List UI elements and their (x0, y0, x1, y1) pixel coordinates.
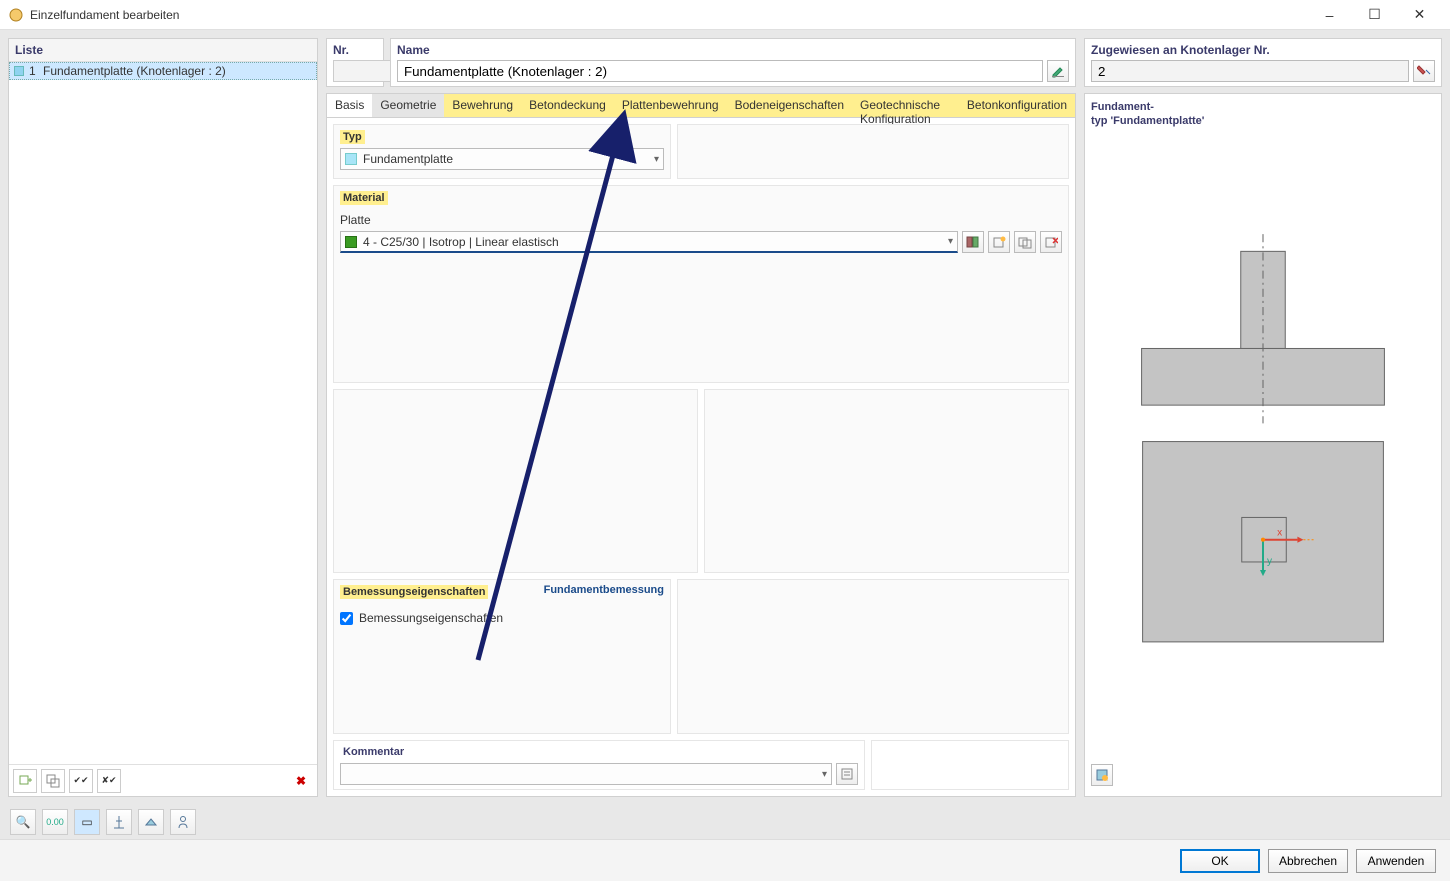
tab-geotechnische-konfiguration[interactable]: Geotechnische Konfiguration (852, 94, 959, 117)
empty-block-4 (677, 579, 1069, 734)
platte-label: Platte (340, 213, 1062, 227)
tab-geometrie[interactable]: Geometrie (372, 94, 444, 117)
typ-swatch-icon (345, 153, 357, 165)
material-label: Material (340, 191, 388, 205)
chevron-down-icon: ▾ (942, 236, 953, 247)
cancel-button[interactable]: Abbrechen (1268, 849, 1348, 873)
tab-bodeneigenschaften[interactable]: Bodeneigenschaften (727, 94, 852, 117)
list-panel: Liste 1 Fundamentplatte (Knotenlager : 2… (8, 38, 318, 797)
assigned-input[interactable] (1091, 60, 1409, 82)
close-button[interactable]: ✕ (1397, 1, 1442, 29)
list-item[interactable]: 1 Fundamentplatte (Knotenlager : 2) (9, 62, 317, 80)
typ-block: Typ Fundamentplatte ▾ (333, 124, 671, 179)
comment-label: Kommentar (340, 745, 858, 759)
tabbar: BasisGeometrieBewehrungBetondeckungPlatt… (327, 94, 1075, 118)
empty-block-5 (871, 740, 1069, 790)
list-item-nr: 1 (29, 64, 43, 78)
name-input[interactable] (397, 60, 1043, 82)
tab-betondeckung[interactable]: Betondeckung (521, 94, 614, 117)
platte-select[interactable]: 4 - C25/30 | Isotrop | Linear elastisch … (340, 231, 958, 253)
app-icon (8, 7, 24, 23)
empty-block-2 (333, 389, 698, 573)
new-entry-button[interactable] (13, 769, 37, 793)
preview-canvas[interactable]: x y (1091, 135, 1435, 760)
titlebar: Einzelfundament bearbeiten – ☐ ✕ (0, 0, 1450, 30)
material-color-icon (345, 236, 357, 248)
material-block: Material Platte 4 - C25/30 | Isotrop | L… (333, 185, 1069, 383)
comment-input[interactable]: ▾ (340, 763, 832, 785)
tool-render-icon[interactable] (138, 809, 164, 835)
chevron-down-icon: ▾ (648, 154, 659, 165)
maximize-button[interactable]: ☐ (1352, 1, 1397, 29)
minimize-button[interactable]: – (1307, 1, 1352, 29)
dialog-button-row: OK Abbrechen Anwenden (0, 839, 1450, 881)
list-item-text: Fundamentplatte (Knotenlager : 2) (43, 64, 226, 78)
tab-bewehrung[interactable]: Bewehrung (444, 94, 521, 117)
assigned-pick-button[interactable] (1413, 60, 1435, 82)
rename-button[interactable] (1047, 60, 1069, 82)
delete-button[interactable]: ✖ (289, 769, 313, 793)
design-checkbox-label: Bemessungseigenschaften (359, 611, 503, 625)
typ-value: Fundamentplatte (363, 152, 648, 166)
name-field-box: Name (390, 38, 1076, 87)
nr-label: Nr. (333, 43, 377, 57)
copy-entry-button[interactable] (41, 769, 65, 793)
tab-panel: BasisGeometrieBewehrungBetondeckungPlatt… (326, 93, 1076, 797)
preview-title: Fundament- typ 'Fundamentplatte' (1091, 100, 1435, 129)
preview-settings-button[interactable] (1091, 764, 1113, 786)
tab-betonkonfiguration[interactable]: Betonkonfiguration (959, 94, 1075, 117)
material-copy-button[interactable] (1014, 231, 1036, 253)
ok-button[interactable]: OK (1180, 849, 1260, 873)
tool-person-icon[interactable] (170, 809, 196, 835)
window-title: Einzelfundament bearbeiten (30, 8, 1307, 22)
comment-edit-button[interactable] (836, 763, 858, 785)
bottom-toolbar: 🔍 0.00 ▭ (0, 805, 1450, 839)
design-link[interactable]: Fundamentbemessung (544, 584, 664, 596)
typ-select[interactable]: Fundamentplatte ▾ (340, 148, 664, 170)
svg-text:x: x (1277, 527, 1282, 538)
typ-label: Typ (340, 130, 365, 144)
tab-basis[interactable]: Basis (327, 94, 372, 117)
design-checkbox[interactable] (340, 612, 353, 625)
platte-value: 4 - C25/30 | Isotrop | Linear elastisch (363, 235, 942, 249)
design-properties-label: Bemessungseigenschaften (340, 585, 488, 599)
list-header: Liste (9, 39, 317, 62)
right-panel: Zugewiesen an Knotenlager Nr. Fundament-… (1084, 38, 1442, 797)
empty-block-3 (704, 389, 1069, 573)
uncheck-button[interactable]: ✘✔ (97, 769, 121, 793)
material-delete-button[interactable] (1040, 231, 1062, 253)
tab-content: Typ Fundamentplatte ▾ Material Platte (327, 118, 1075, 796)
check-button[interactable]: ✔✔ (69, 769, 93, 793)
name-label: Name (397, 43, 1069, 57)
material-library-button[interactable] (962, 231, 984, 253)
preview-box: Fundament- typ 'Fundamentplatte' (1084, 93, 1442, 797)
assigned-label: Zugewiesen an Knotenlager Nr. (1091, 43, 1435, 57)
tool-units-icon[interactable]: 0.00 (42, 809, 68, 835)
list-toolbar: ✔✔ ✘✔ ✖ (9, 764, 317, 796)
tool-search-icon[interactable]: 🔍 (10, 809, 36, 835)
main-area: Nr. Name BasisGeometrieBewehrungBetondec… (326, 38, 1076, 797)
nr-field-box: Nr. (326, 38, 384, 87)
list-item-swatch-icon (14, 66, 24, 76)
tool-structure-icon[interactable] (106, 809, 132, 835)
assigned-box: Zugewiesen an Knotenlager Nr. (1084, 38, 1442, 87)
tab-plattenbewehrung[interactable]: Plattenbewehrung (614, 94, 727, 117)
preview-toolbar (1091, 764, 1435, 790)
chevron-down-icon: ▾ (816, 769, 827, 780)
design-properties-block: Bemessungseigenschaften Fundamentbemessu… (333, 579, 671, 734)
tool-view-icon[interactable]: ▭ (74, 809, 100, 835)
comment-block: Kommentar ▾ (333, 740, 865, 790)
empty-block-1 (677, 124, 1069, 179)
design-checkbox-row[interactable]: Bemessungseigenschaften (340, 611, 664, 625)
list-body: 1 Fundamentplatte (Knotenlager : 2) (9, 62, 317, 764)
material-new-button[interactable] (988, 231, 1010, 253)
apply-button[interactable]: Anwenden (1356, 849, 1436, 873)
